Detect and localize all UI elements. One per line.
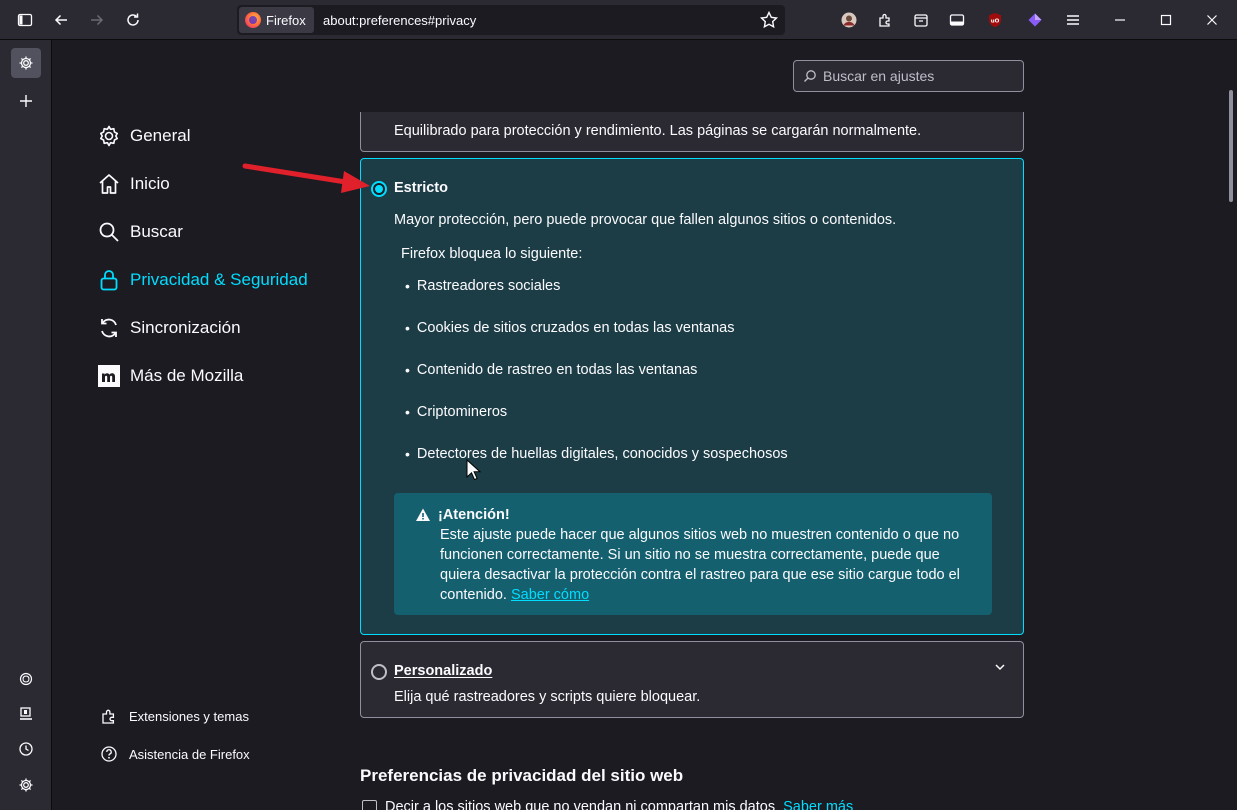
synced-tabs-icon[interactable] bbox=[11, 699, 41, 729]
settings-search-input[interactable]: Buscar en ajustes bbox=[793, 60, 1024, 92]
category-label: Buscar bbox=[130, 222, 183, 241]
learn-more-link[interactable]: Saber más bbox=[783, 799, 853, 810]
tracking-standard-option[interactable]: Equilibrado para protección y rendimient… bbox=[360, 112, 1024, 152]
puzzle-piece-icon bbox=[102, 709, 115, 724]
search-icon bbox=[804, 70, 816, 82]
strict-warning-box: ¡Atención! Este ajuste puede hacer que a… bbox=[394, 493, 992, 615]
category-label: Inicio bbox=[130, 174, 170, 193]
pocket-icon[interactable] bbox=[907, 6, 935, 34]
category-more-from-mozilla[interactable]: Más de Mozilla bbox=[97, 360, 243, 392]
identity-box[interactable]: Firefox bbox=[239, 7, 314, 33]
warning-triangle-icon bbox=[416, 508, 430, 521]
url-bar[interactable]: Firefox about:preferences#privacy bbox=[237, 5, 785, 35]
app-menu-icon[interactable] bbox=[1059, 6, 1087, 34]
mouse-cursor-icon bbox=[466, 459, 482, 481]
magnifier-icon bbox=[99, 222, 119, 242]
category-search[interactable]: Buscar bbox=[97, 216, 183, 248]
browser-toolbar: Firefox about:preferences#privacy uO bbox=[0, 0, 1237, 40]
bookmark-star-icon[interactable] bbox=[759, 10, 779, 30]
footer-label: Asistencia de Firefox bbox=[129, 746, 250, 762]
ublock-origin-icon[interactable]: uO bbox=[981, 6, 1009, 34]
close-window-icon[interactable] bbox=[1198, 6, 1226, 34]
svg-text:uO: uO bbox=[991, 19, 1000, 25]
search-placeholder: Buscar en ajustes bbox=[823, 68, 935, 84]
strict-blocks-heading: Firefox bloquea lo siguiente: bbox=[401, 246, 583, 262]
mozilla-m-icon bbox=[98, 365, 120, 387]
learn-how-link[interactable]: Saber cómo bbox=[511, 587, 589, 603]
home-icon bbox=[99, 174, 119, 194]
strict-title: Estricto bbox=[394, 180, 448, 196]
category-general[interactable]: General bbox=[97, 120, 190, 152]
blocked-item: • Detectores de huellas digitales, conoci… bbox=[405, 446, 788, 462]
history-clock-icon[interactable] bbox=[11, 734, 41, 764]
extensions-icon[interactable] bbox=[871, 6, 899, 34]
category-label: Más de Mozilla bbox=[130, 366, 244, 385]
do-not-sell-checkbox[interactable] bbox=[362, 799, 377, 810]
blocked-item: • Criptomineros bbox=[405, 404, 508, 420]
sidebar-toggle-icon[interactable] bbox=[11, 6, 39, 34]
category-label: Sincronización bbox=[130, 318, 241, 337]
url-text[interactable]: about:preferences#privacy bbox=[323, 13, 476, 28]
reload-button[interactable] bbox=[119, 6, 147, 34]
category-sync[interactable]: Sincronización bbox=[97, 312, 241, 344]
blocked-item: • Contenido de rastreo en todas las venta… bbox=[405, 362, 698, 378]
back-button[interactable] bbox=[47, 6, 75, 34]
settings-gear-icon[interactable] bbox=[11, 48, 41, 78]
warning-body: Este ajuste puede hacer que algunos siti… bbox=[440, 527, 960, 603]
firefox-logo-icon bbox=[245, 12, 261, 28]
tracking-strict-option[interactable]: Estricto Mayor protección, pero puede pr… bbox=[360, 158, 1024, 635]
chevron-down-icon[interactable] bbox=[993, 660, 1007, 674]
blocked-item: • Cookies de sitios cruzados en todas las… bbox=[405, 320, 735, 336]
gear-icon bbox=[100, 125, 118, 147]
do-not-sell-label: Decir a los sitios web que no vendan ni … bbox=[385, 799, 776, 810]
minimize-window-icon[interactable] bbox=[1106, 6, 1134, 34]
category-home[interactable]: Inicio bbox=[97, 168, 170, 200]
maximize-window-icon[interactable] bbox=[1152, 6, 1180, 34]
forward-button[interactable] bbox=[83, 6, 111, 34]
preferences-page: Buscar en ajustes General Inicio Buscar … bbox=[52, 40, 1237, 810]
custom-description: Elija qué rastreadores y scripts quiere … bbox=[394, 689, 701, 705]
custom-title: Personalizado bbox=[394, 663, 493, 679]
footer-extensions-themes[interactable]: Extensiones y temas bbox=[100, 704, 249, 728]
vertical-sidebar bbox=[0, 40, 52, 810]
tracking-custom-option[interactable]: Personalizado Elija qué rastreadores y s… bbox=[360, 641, 1024, 718]
blocked-item: • Rastreadores sociales bbox=[405, 278, 561, 294]
category-label: Privacidad & Seguridad bbox=[130, 270, 308, 289]
red-annotation-arrow bbox=[242, 163, 370, 193]
custom-radio[interactable] bbox=[371, 664, 387, 680]
lock-icon bbox=[100, 270, 118, 291]
extension-diamond-icon[interactable] bbox=[1021, 6, 1049, 34]
category-label: General bbox=[130, 126, 191, 145]
identity-label: Firefox bbox=[266, 12, 306, 28]
reader-view-icon[interactable] bbox=[943, 6, 971, 34]
add-panel-plus-icon[interactable] bbox=[11, 86, 41, 116]
help-question-icon bbox=[101, 746, 117, 762]
sync-icon bbox=[101, 318, 117, 338]
ai-chatbot-icon[interactable] bbox=[11, 664, 41, 694]
account-avatar[interactable] bbox=[835, 6, 863, 34]
website-privacy-heading: Preferencias de privacidad del sitio web bbox=[360, 766, 684, 785]
do-not-sell-setting[interactable]: Decir a los sitios web que no vendan ni … bbox=[362, 799, 853, 810]
footer-firefox-support[interactable]: Asistencia de Firefox bbox=[100, 742, 250, 766]
category-privacy-security[interactable]: Privacidad & Seguridad bbox=[97, 264, 308, 296]
scrollbar-thumb[interactable] bbox=[1229, 90, 1233, 202]
footer-label: Extensiones y temas bbox=[129, 708, 249, 724]
customize-sidebar-gear-icon[interactable] bbox=[11, 770, 41, 800]
standard-description: Equilibrado para protección y rendimient… bbox=[394, 123, 922, 139]
warning-title: ¡Atención! bbox=[438, 507, 510, 523]
strict-description: Mayor protección, pero puede provocar qu… bbox=[394, 212, 897, 228]
